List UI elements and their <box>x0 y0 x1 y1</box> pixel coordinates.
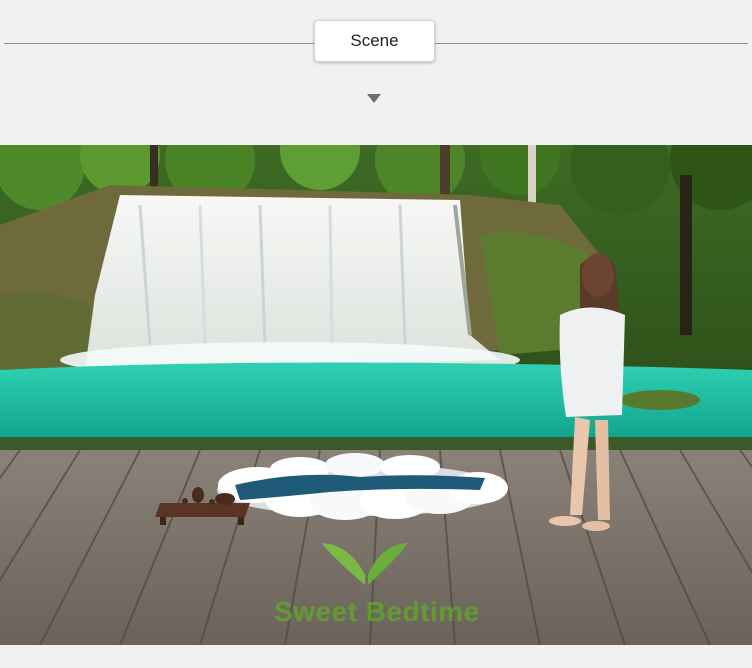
scene-button[interactable]: Scene <box>314 20 435 62</box>
bottom-strip <box>0 645 752 668</box>
mossy-stone <box>620 390 700 410</box>
watermark-text: Sweet Bedtime <box>274 596 480 627</box>
shoreline-plants <box>0 437 752 451</box>
scene-illustration <box>0 145 752 645</box>
triangle-down-icon[interactable] <box>367 94 381 103</box>
scene-photo <box>0 145 752 645</box>
scene-selector-panel: Scene <box>0 0 752 145</box>
waterfall <box>60 195 520 378</box>
